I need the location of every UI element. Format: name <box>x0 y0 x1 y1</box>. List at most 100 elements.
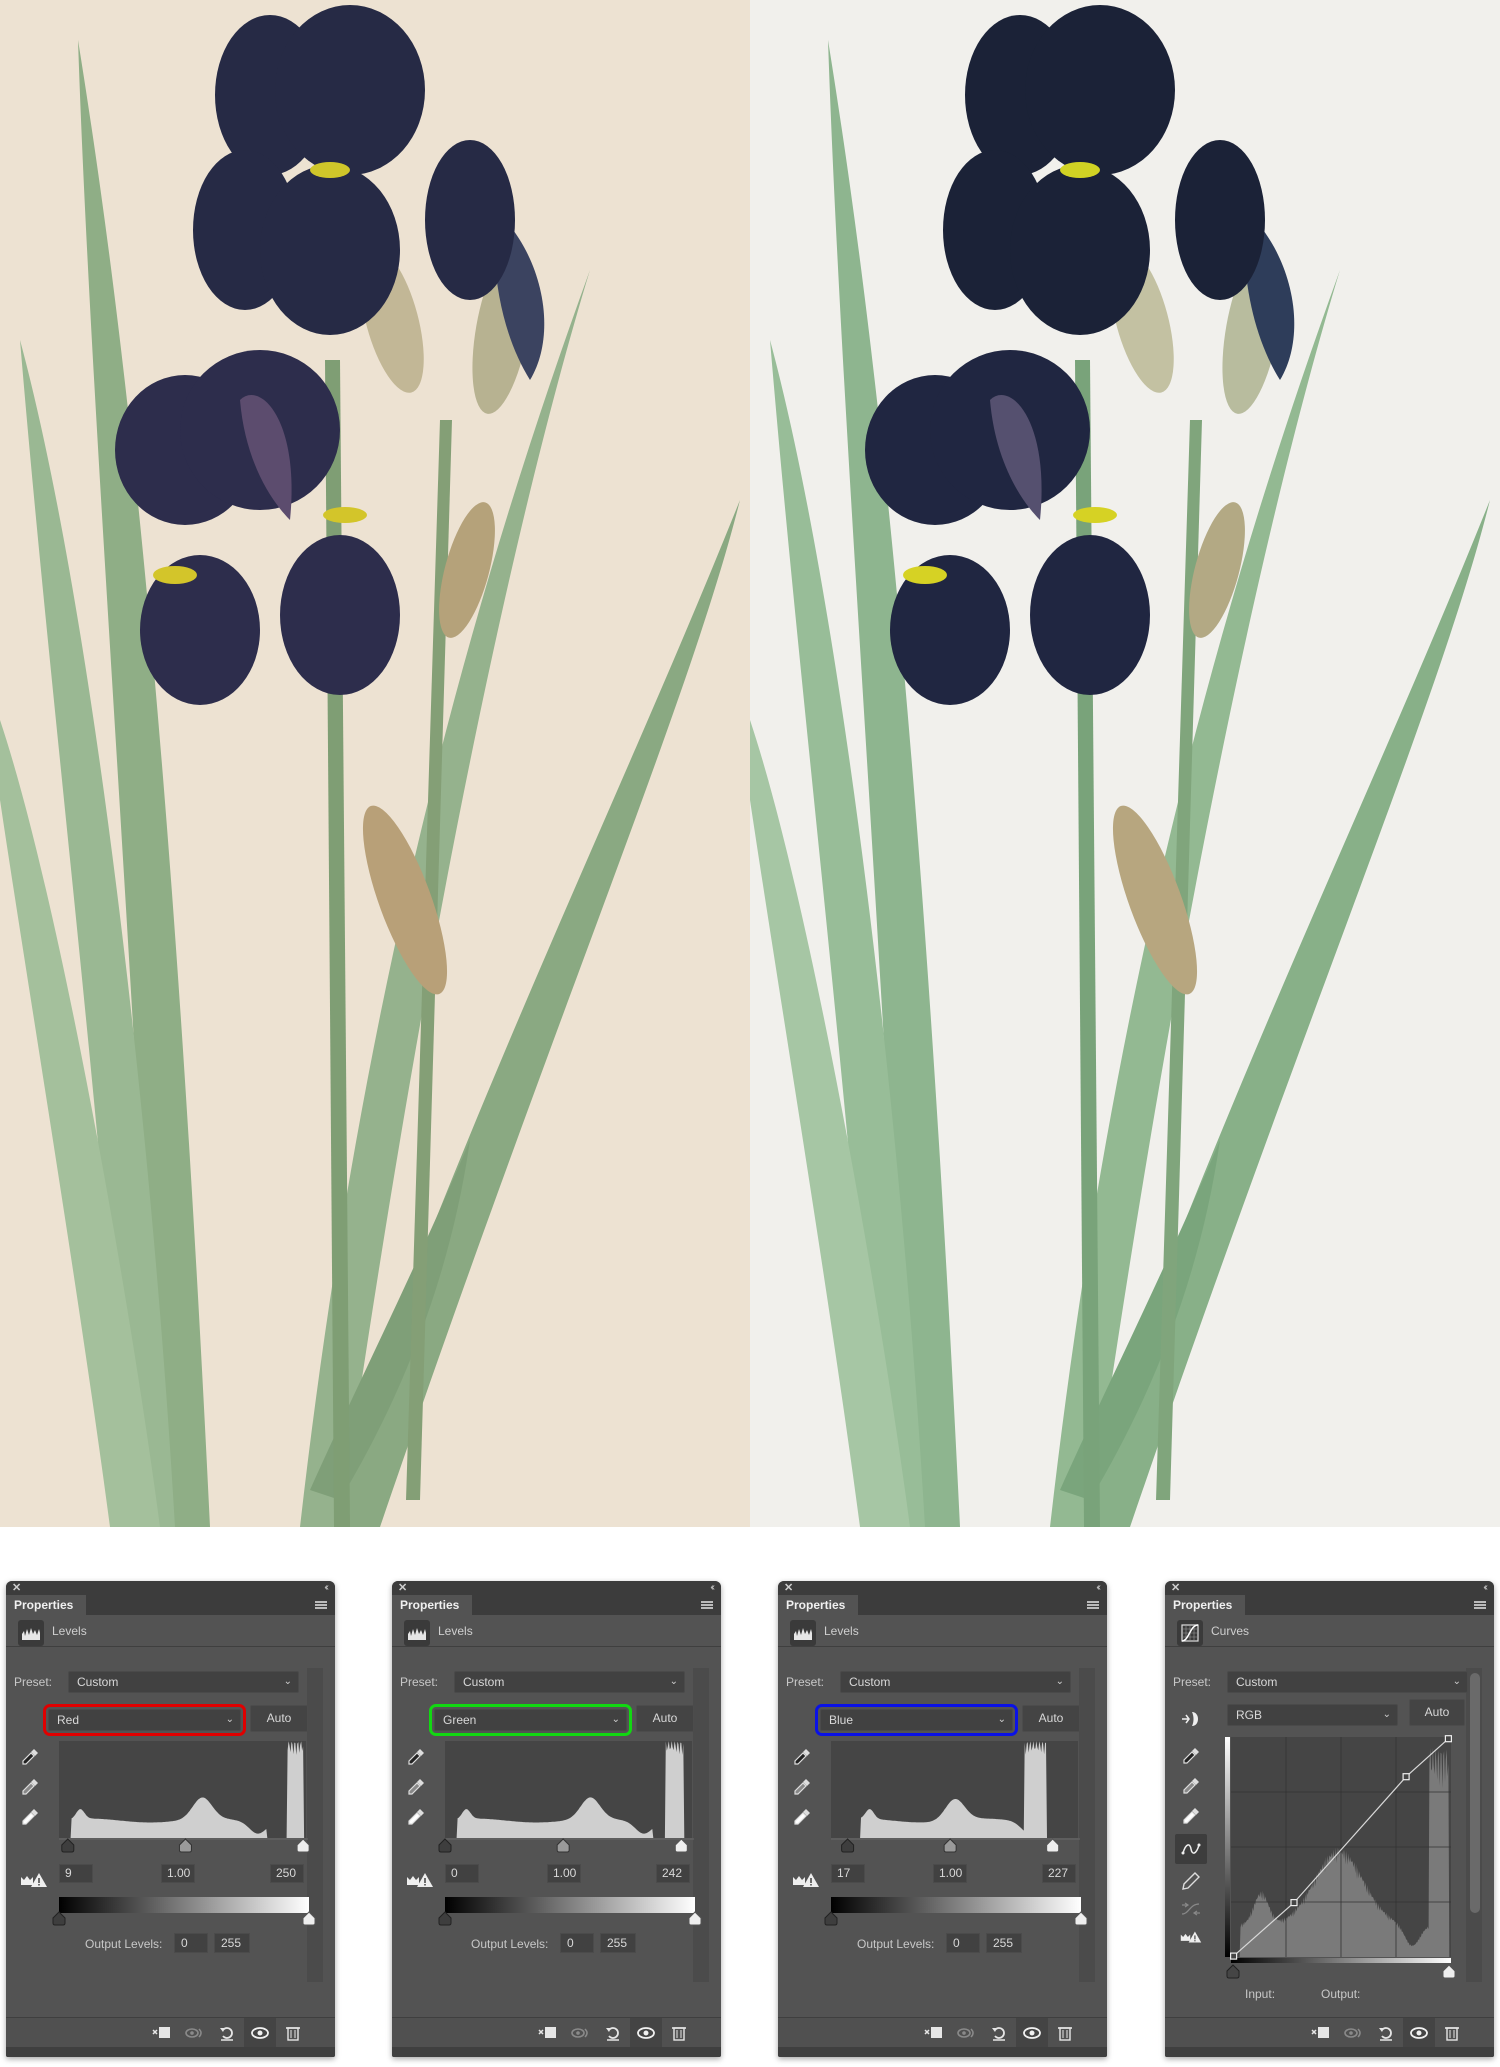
output-levels-slider[interactable] <box>824 1911 1088 1926</box>
collapse-icon[interactable]: ‹‹ <box>1096 1581 1100 1595</box>
input-gamma-field[interactable]: 1.00 <box>933 1864 967 1883</box>
toggle-visibility-button[interactable] <box>1403 2018 1435 2048</box>
tab-properties[interactable]: Properties <box>1165 1595 1245 1615</box>
reset-button[interactable] <box>598 2018 628 2048</box>
input-white-field[interactable]: 250 <box>270 1864 304 1883</box>
output-black-handle[interactable] <box>438 1911 452 1926</box>
gamma-handle[interactable] <box>178 1838 192 1853</box>
scrollbar[interactable] <box>693 1668 709 1982</box>
toggle-visibility-button[interactable] <box>1016 2018 1048 2048</box>
view-previous-state-button[interactable] <box>179 2018 209 2048</box>
close-icon[interactable]: ✕ <box>398 1581 407 1595</box>
resize-grip[interactable] <box>778 2047 1107 2057</box>
scrollbar-thumb[interactable] <box>1470 1673 1480 1913</box>
clip-to-layer-button[interactable] <box>1305 2018 1335 2048</box>
gamma-handle[interactable] <box>556 1838 570 1853</box>
edit-points-curve-icon[interactable] <box>1175 1834 1207 1864</box>
curve-point-3[interactable] <box>1444 1735 1452 1743</box>
input-white-field[interactable]: 227 <box>1042 1864 1076 1883</box>
black-point-eyedropper-icon[interactable] <box>406 1747 426 1767</box>
black-point-handle[interactable] <box>61 1838 75 1853</box>
panel-menu-icon[interactable] <box>315 1601 327 1609</box>
curve-point-0[interactable] <box>1229 1952 1238 1960</box>
black-point-eyedropper-icon[interactable] <box>1177 1744 1205 1768</box>
delete-button[interactable] <box>278 2018 308 2048</box>
output-white-field[interactable]: 255 <box>600 1933 636 1953</box>
input-black-field[interactable]: 9 <box>59 1864 93 1883</box>
white-point-handle[interactable] <box>296 1838 310 1853</box>
toggle-visibility-button[interactable] <box>630 2018 662 2048</box>
delete-button[interactable] <box>1050 2018 1080 2048</box>
curves-graph[interactable] <box>1225 1735 1456 1979</box>
gamma-handle[interactable] <box>943 1838 957 1853</box>
output-white-field[interactable]: 255 <box>986 1933 1022 1953</box>
output-black-field[interactable]: 0 <box>560 1933 594 1953</box>
tab-properties[interactable]: Properties <box>6 1595 86 1615</box>
output-black-handle[interactable] <box>824 1911 838 1926</box>
clip-to-layer-button[interactable] <box>532 2018 562 2048</box>
output-white-handle[interactable] <box>302 1911 316 1926</box>
output-white-field[interactable]: 255 <box>214 1933 250 1953</box>
clip-to-layer-button[interactable] <box>918 2018 948 2048</box>
close-icon[interactable]: ✕ <box>12 1581 21 1595</box>
scrollbar[interactable] <box>1079 1668 1095 1982</box>
delete-button[interactable] <box>1437 2018 1467 2048</box>
output-black-field[interactable]: 0 <box>174 1933 208 1953</box>
close-icon[interactable]: ✕ <box>1171 1581 1180 1595</box>
preset-dropdown[interactable]: Custom ⌄ <box>68 1671 299 1693</box>
reset-button[interactable] <box>1371 2018 1401 2048</box>
output-white-handle[interactable] <box>688 1911 702 1926</box>
reset-button[interactable] <box>984 2018 1014 2048</box>
input-levels-slider[interactable] <box>438 1838 697 1853</box>
input-levels-slider[interactable] <box>828 1838 1083 1853</box>
reset-button[interactable] <box>212 2018 242 2048</box>
panel-menu-icon[interactable] <box>1087 1601 1099 1609</box>
collapse-icon[interactable]: ‹‹ <box>324 1581 328 1595</box>
output-levels-slider[interactable] <box>52 1911 316 1926</box>
preset-dropdown[interactable]: Custom ⌄ <box>840 1671 1071 1693</box>
gray-point-eyedropper-icon[interactable] <box>792 1777 812 1797</box>
auto-button[interactable]: Auto <box>636 1705 694 1732</box>
panel-titlebar[interactable]: ✕ ‹‹ <box>1165 1581 1494 1595</box>
gray-point-eyedropper-icon[interactable] <box>406 1777 426 1797</box>
output-levels-slider[interactable] <box>438 1911 702 1926</box>
black-point-handle[interactable] <box>841 1838 855 1853</box>
gray-point-eyedropper-icon[interactable] <box>1177 1774 1205 1798</box>
delete-button[interactable] <box>664 2018 694 2048</box>
channel-dropdown[interactable]: Blue ⌄ <box>815 1704 1018 1736</box>
panel-menu-icon[interactable] <box>1474 1601 1486 1609</box>
input-black-field[interactable]: 0 <box>445 1864 479 1883</box>
resize-grip[interactable] <box>392 2047 721 2057</box>
black-point-handle[interactable] <box>438 1838 452 1853</box>
channel-dropdown[interactable]: Green ⌄ <box>429 1704 632 1736</box>
pencil-icon[interactable] <box>1177 1869 1205 1893</box>
black-point-eyedropper-icon[interactable] <box>20 1747 40 1767</box>
auto-button[interactable]: Auto <box>250 1705 308 1732</box>
white-point-eyedropper-icon[interactable] <box>20 1807 40 1827</box>
white-point-eyedropper-icon[interactable] <box>406 1807 426 1827</box>
panel-menu-icon[interactable] <box>701 1601 713 1609</box>
clipping-warning-icon[interactable] <box>20 1871 48 1889</box>
view-previous-state-button[interactable] <box>565 2018 595 2048</box>
clip-to-layer-button[interactable] <box>146 2018 176 2048</box>
clipping-warning-icon[interactable] <box>792 1871 820 1889</box>
input-levels-slider[interactable] <box>56 1838 311 1853</box>
auto-button[interactable]: Auto <box>1022 1705 1080 1732</box>
black-point-eyedropper-icon[interactable] <box>792 1747 812 1767</box>
panel-titlebar[interactable]: ✕ ‹‹ <box>778 1581 1107 1595</box>
preset-dropdown[interactable]: Custom ⌄ <box>454 1671 685 1693</box>
input-gamma-field[interactable]: 1.00 <box>547 1864 581 1883</box>
white-point-eyedropper-icon[interactable] <box>792 1807 812 1827</box>
input-black-field[interactable]: 17 <box>831 1864 865 1883</box>
output-black-field[interactable]: 0 <box>946 1933 980 1953</box>
collapse-icon[interactable]: ‹‹ <box>1483 1581 1487 1595</box>
view-previous-state-button[interactable] <box>1338 2018 1368 2048</box>
channel-dropdown[interactable]: RGB ⌄ <box>1227 1704 1398 1726</box>
curve-point-2[interactable] <box>1402 1773 1410 1781</box>
preset-dropdown[interactable]: Custom ⌄ <box>1227 1671 1468 1693</box>
white-point-handle[interactable] <box>1046 1838 1060 1853</box>
collapse-icon[interactable]: ‹‹ <box>710 1581 714 1595</box>
input-gamma-field[interactable]: 1.00 <box>161 1864 195 1883</box>
curve-point-1[interactable] <box>1290 1899 1298 1907</box>
output-black-handle[interactable] <box>52 1911 66 1926</box>
